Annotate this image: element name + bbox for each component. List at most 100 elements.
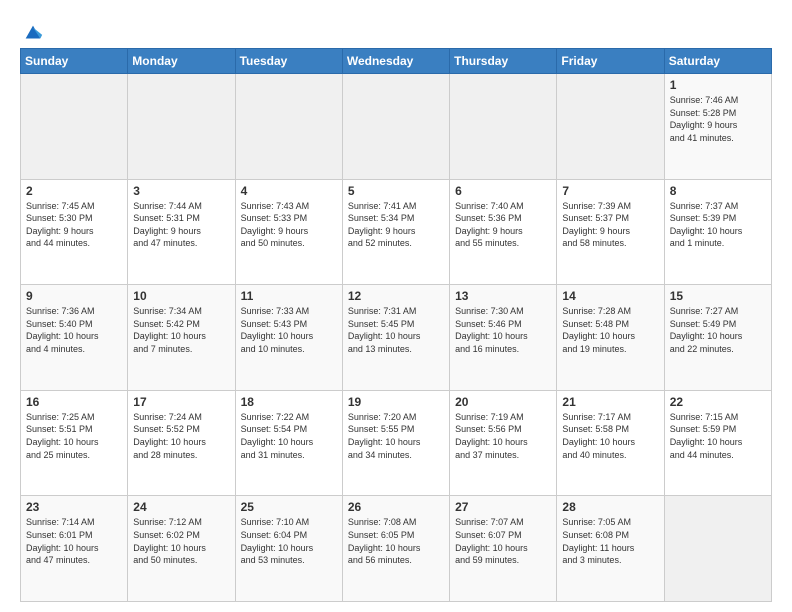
calendar-day-cell: 7 Sunrise: 7:39 AM Sunset: 5:37 PM Daylig…	[557, 179, 664, 285]
day-number: 8	[670, 184, 766, 198]
header	[20, 18, 772, 40]
day-info: Sunrise: 7:22 AM Sunset: 5:54 PM Dayligh…	[241, 411, 337, 461]
day-number: 21	[562, 395, 658, 409]
calendar-day-cell: 12 Sunrise: 7:31 AM Sunset: 5:45 PM Dayli…	[342, 285, 449, 391]
day-info: Sunrise: 7:15 AM Sunset: 5:59 PM Dayligh…	[670, 411, 766, 461]
day-info: Sunrise: 7:46 AM Sunset: 5:28 PM Dayligh…	[670, 94, 766, 144]
calendar-day-cell	[21, 74, 128, 180]
calendar-week-row: 23 Sunrise: 7:14 AM Sunset: 6:01 PM Dayli…	[21, 496, 772, 602]
day-info: Sunrise: 7:25 AM Sunset: 5:51 PM Dayligh…	[26, 411, 122, 461]
calendar-day-cell: 9 Sunrise: 7:36 AM Sunset: 5:40 PM Daylig…	[21, 285, 128, 391]
day-info: Sunrise: 7:43 AM Sunset: 5:33 PM Dayligh…	[241, 200, 337, 250]
day-info: Sunrise: 7:45 AM Sunset: 5:30 PM Dayligh…	[26, 200, 122, 250]
calendar-day-cell: 28 Sunrise: 7:05 AM Sunset: 6:08 PM Dayli…	[557, 496, 664, 602]
day-info: Sunrise: 7:24 AM Sunset: 5:52 PM Dayligh…	[133, 411, 229, 461]
day-number: 23	[26, 500, 122, 514]
calendar-day-header: Monday	[128, 49, 235, 74]
calendar-day-cell: 1 Sunrise: 7:46 AM Sunset: 5:28 PM Daylig…	[664, 74, 771, 180]
day-number: 1	[670, 78, 766, 92]
day-number: 14	[562, 289, 658, 303]
calendar-header-row: SundayMondayTuesdayWednesdayThursdayFrid…	[21, 49, 772, 74]
day-number: 7	[562, 184, 658, 198]
calendar-day-cell: 19 Sunrise: 7:20 AM Sunset: 5:55 PM Dayli…	[342, 390, 449, 496]
calendar-week-row: 16 Sunrise: 7:25 AM Sunset: 5:51 PM Dayli…	[21, 390, 772, 496]
day-number: 5	[348, 184, 444, 198]
day-number: 2	[26, 184, 122, 198]
calendar-day-cell	[664, 496, 771, 602]
calendar-day-cell: 10 Sunrise: 7:34 AM Sunset: 5:42 PM Dayli…	[128, 285, 235, 391]
day-info: Sunrise: 7:31 AM Sunset: 5:45 PM Dayligh…	[348, 305, 444, 355]
day-info: Sunrise: 7:28 AM Sunset: 5:48 PM Dayligh…	[562, 305, 658, 355]
day-info: Sunrise: 7:44 AM Sunset: 5:31 PM Dayligh…	[133, 200, 229, 250]
calendar-day-cell	[450, 74, 557, 180]
calendar-day-header: Friday	[557, 49, 664, 74]
day-number: 27	[455, 500, 551, 514]
day-number: 12	[348, 289, 444, 303]
day-info: Sunrise: 7:39 AM Sunset: 5:37 PM Dayligh…	[562, 200, 658, 250]
calendar-day-header: Thursday	[450, 49, 557, 74]
day-info: Sunrise: 7:40 AM Sunset: 5:36 PM Dayligh…	[455, 200, 551, 250]
day-number: 15	[670, 289, 766, 303]
day-number: 19	[348, 395, 444, 409]
day-info: Sunrise: 7:08 AM Sunset: 6:05 PM Dayligh…	[348, 516, 444, 566]
calendar-day-header: Sunday	[21, 49, 128, 74]
calendar-day-cell: 4 Sunrise: 7:43 AM Sunset: 5:33 PM Daylig…	[235, 179, 342, 285]
day-info: Sunrise: 7:17 AM Sunset: 5:58 PM Dayligh…	[562, 411, 658, 461]
calendar-day-cell: 21 Sunrise: 7:17 AM Sunset: 5:58 PM Dayli…	[557, 390, 664, 496]
day-number: 3	[133, 184, 229, 198]
calendar-day-cell: 15 Sunrise: 7:27 AM Sunset: 5:49 PM Dayli…	[664, 285, 771, 391]
day-number: 22	[670, 395, 766, 409]
day-info: Sunrise: 7:14 AM Sunset: 6:01 PM Dayligh…	[26, 516, 122, 566]
day-number: 9	[26, 289, 122, 303]
day-number: 10	[133, 289, 229, 303]
day-number: 24	[133, 500, 229, 514]
day-number: 26	[348, 500, 444, 514]
day-number: 4	[241, 184, 337, 198]
day-info: Sunrise: 7:12 AM Sunset: 6:02 PM Dayligh…	[133, 516, 229, 566]
day-info: Sunrise: 7:07 AM Sunset: 6:07 PM Dayligh…	[455, 516, 551, 566]
day-number: 25	[241, 500, 337, 514]
calendar-day-cell: 26 Sunrise: 7:08 AM Sunset: 6:05 PM Dayli…	[342, 496, 449, 602]
calendar-week-row: 1 Sunrise: 7:46 AM Sunset: 5:28 PM Daylig…	[21, 74, 772, 180]
calendar-day-cell: 8 Sunrise: 7:37 AM Sunset: 5:39 PM Daylig…	[664, 179, 771, 285]
calendar-day-cell: 25Sunrise: 7:10 AM Sunset: 6:04 PM Dayli…	[235, 496, 342, 602]
page: SundayMondayTuesdayWednesdayThursdayFrid…	[0, 0, 792, 612]
logo	[20, 22, 44, 40]
calendar-day-cell: 11 Sunrise: 7:33 AM Sunset: 5:43 PM Dayli…	[235, 285, 342, 391]
day-number: 18	[241, 395, 337, 409]
calendar-day-cell: 16 Sunrise: 7:25 AM Sunset: 5:51 PM Dayli…	[21, 390, 128, 496]
day-info: Sunrise: 7:27 AM Sunset: 5:49 PM Dayligh…	[670, 305, 766, 355]
day-info: Sunrise: 7:20 AM Sunset: 5:55 PM Dayligh…	[348, 411, 444, 461]
day-number: 20	[455, 395, 551, 409]
day-number: 28	[562, 500, 658, 514]
calendar-day-cell	[235, 74, 342, 180]
day-number: 17	[133, 395, 229, 409]
calendar-day-cell: 5 Sunrise: 7:41 AM Sunset: 5:34 PM Daylig…	[342, 179, 449, 285]
day-info: Sunrise: 7:33 AM Sunset: 5:43 PM Dayligh…	[241, 305, 337, 355]
calendar-day-cell: 3 Sunrise: 7:44 AM Sunset: 5:31 PM Daylig…	[128, 179, 235, 285]
day-info: Sunrise: 7:41 AM Sunset: 5:34 PM Dayligh…	[348, 200, 444, 250]
calendar: SundayMondayTuesdayWednesdayThursdayFrid…	[20, 48, 772, 602]
calendar-week-row: 9 Sunrise: 7:36 AM Sunset: 5:40 PM Daylig…	[21, 285, 772, 391]
calendar-day-cell: 27 Sunrise: 7:07 AM Sunset: 6:07 PM Dayli…	[450, 496, 557, 602]
calendar-day-cell: 23 Sunrise: 7:14 AM Sunset: 6:01 PM Dayli…	[21, 496, 128, 602]
calendar-day-cell: 20Sunrise: 7:19 AM Sunset: 5:56 PM Dayli…	[450, 390, 557, 496]
day-number: 6	[455, 184, 551, 198]
day-info: Sunrise: 7:34 AM Sunset: 5:42 PM Dayligh…	[133, 305, 229, 355]
calendar-day-cell: 6 Sunrise: 7:40 AM Sunset: 5:36 PM Daylig…	[450, 179, 557, 285]
calendar-day-cell: 14 Sunrise: 7:28 AM Sunset: 5:48 PM Dayli…	[557, 285, 664, 391]
calendar-day-cell: 17 Sunrise: 7:24 AM Sunset: 5:52 PM Dayli…	[128, 390, 235, 496]
calendar-day-cell: 24 Sunrise: 7:12 AM Sunset: 6:02 PM Dayli…	[128, 496, 235, 602]
calendar-day-header: Tuesday	[235, 49, 342, 74]
calendar-day-cell	[342, 74, 449, 180]
day-number: 16	[26, 395, 122, 409]
day-info: Sunrise: 7:36 AM Sunset: 5:40 PM Dayligh…	[26, 305, 122, 355]
calendar-day-cell: 2 Sunrise: 7:45 AM Sunset: 5:30 PM Daylig…	[21, 179, 128, 285]
calendar-day-cell: 18 Sunrise: 7:22 AM Sunset: 5:54 PM Dayli…	[235, 390, 342, 496]
day-info: Sunrise: 7:37 AM Sunset: 5:39 PM Dayligh…	[670, 200, 766, 250]
day-info: Sunrise: 7:30 AM Sunset: 5:46 PM Dayligh…	[455, 305, 551, 355]
calendar-day-cell: 13Sunrise: 7:30 AM Sunset: 5:46 PM Dayli…	[450, 285, 557, 391]
calendar-day-cell	[128, 74, 235, 180]
day-number: 11	[241, 289, 337, 303]
day-info: Sunrise: 7:05 AM Sunset: 6:08 PM Dayligh…	[562, 516, 658, 566]
